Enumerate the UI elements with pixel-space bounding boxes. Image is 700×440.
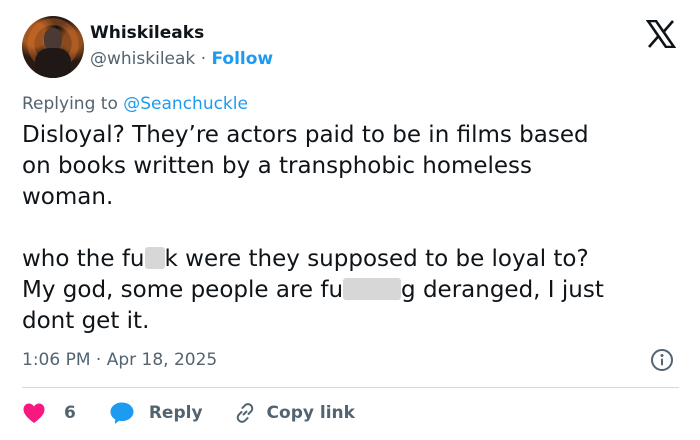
author-display-name[interactable]: Whiskileaks [90,23,204,43]
avatar-body [35,48,71,78]
replying-to: Replying to @Seanchuckle [22,94,248,114]
divider [22,387,679,388]
tweet-timestamp[interactable]: 1:06 PM · Apr 18, 2025 [22,350,217,370]
follow-button[interactable]: Follow [212,49,274,69]
copy-link-button[interactable]: Copy link [233,401,355,425]
reply-button[interactable]: Reply [109,401,203,425]
tweet-line-5-start: My god, some people are fu [22,277,344,303]
reply-label: Reply [148,403,203,423]
tweet-line-5: My god, some people are fu g deranged, I … [22,275,682,306]
author-handle-row: @whiskileak · Follow [90,49,273,69]
copy-link-label: Copy link [266,403,355,423]
tweet-line-4-end: k were they supposed to be loyal to? [164,246,589,272]
avatar[interactable] [22,16,84,78]
like-button[interactable]: 6 [22,402,76,424]
heart-icon [23,403,45,423]
likes-count: 6 [64,403,76,423]
replying-to-prefix: Replying to [22,94,118,114]
censor-blur [144,247,165,269]
action-bar: 6 Reply Copy link [22,400,355,426]
tweet-line-5-end: g deranged, I just [401,277,604,303]
tweet-line-1: Disloyal? They’re actors paid to be in f… [22,122,589,148]
info-icon[interactable] [650,348,674,372]
reply-bubble-icon [110,402,134,424]
replying-to-mention[interactable]: @Seanchuckle [123,94,248,114]
tweet-line-3: woman. [22,184,114,210]
tweet-line-6: dont get it. [22,308,150,334]
avatar-head [44,28,62,50]
x-logo-icon[interactable] [646,20,676,48]
tweet-line-2: on books written by a transphobic homele… [22,153,533,179]
handle-separator: · [200,49,207,69]
tweet-line-4: who the fu k were they supposed to be loy… [22,244,682,275]
author-handle[interactable]: @whiskileak [90,49,195,69]
link-icon [236,403,253,423]
tweet-line-4-start: who the fu [22,246,145,272]
censor-blur [343,278,402,300]
